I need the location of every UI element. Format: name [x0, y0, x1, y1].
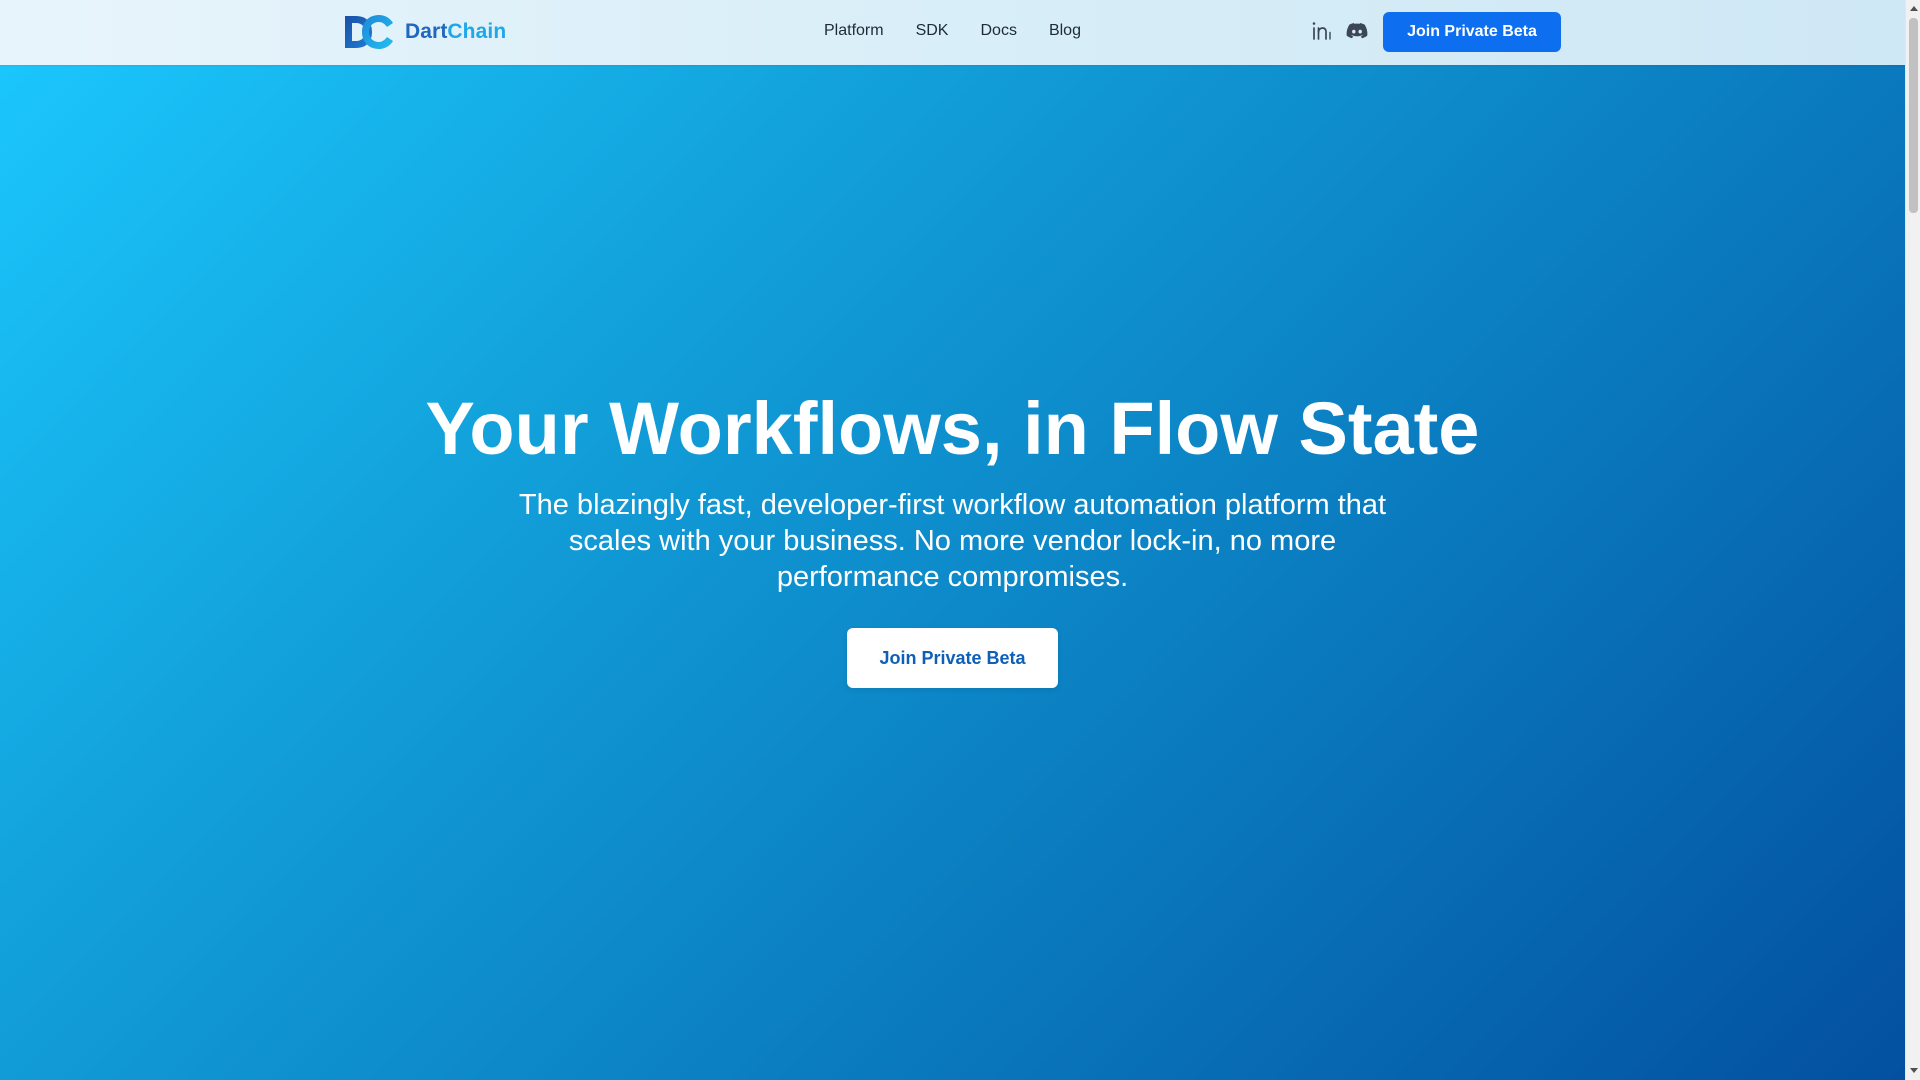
scroll-thumb[interactable]: [1909, 18, 1918, 213]
nav-link-platform[interactable]: Platform: [824, 21, 884, 41]
hero-title: Your Workflows, in Flow State: [425, 387, 1480, 470]
nav-link-blog[interactable]: Blog: [1049, 21, 1081, 41]
brand-name-part1: Dart: [405, 20, 448, 43]
brand-name: Dart Chain: [405, 20, 506, 44]
join-beta-header-button[interactable]: Join Private Beta: [1383, 12, 1561, 52]
discord-icon: [1346, 23, 1368, 39]
linkedin-link[interactable]: [1309, 19, 1333, 43]
social-links: [1309, 19, 1369, 43]
nav-link-sdk[interactable]: SDK: [916, 21, 949, 41]
hero-subtitle: The blazingly fast, developer-first work…: [518, 489, 1387, 593]
site-header: Dart Chain Platform SDK Docs Blog Join P…: [0, 0, 1905, 65]
vertical-scrollbar[interactable]: [1905, 0, 1920, 1080]
page: Dart Chain Platform SDK Docs Blog Join P…: [0, 0, 1905, 1080]
linkedin-icon: [1312, 22, 1331, 40]
discord-link[interactable]: [1345, 19, 1369, 43]
scroll-down-icon[interactable]: [1910, 1068, 1918, 1073]
scroll-up-icon[interactable]: [1910, 6, 1918, 11]
join-beta-hero-button[interactable]: Join Private Beta: [847, 628, 1058, 688]
brand-logo-link[interactable]: Dart Chain: [344, 14, 506, 50]
dc-logo-icon: [345, 15, 393, 49]
viewport: Dart Chain Platform SDK Docs Blog Join P…: [0, 0, 1920, 1080]
nav-link-docs[interactable]: Docs: [980, 21, 1016, 41]
brand-name-part2: Chain: [447, 20, 507, 43]
main-nav: Platform SDK Docs Blog: [824, 21, 1113, 41]
